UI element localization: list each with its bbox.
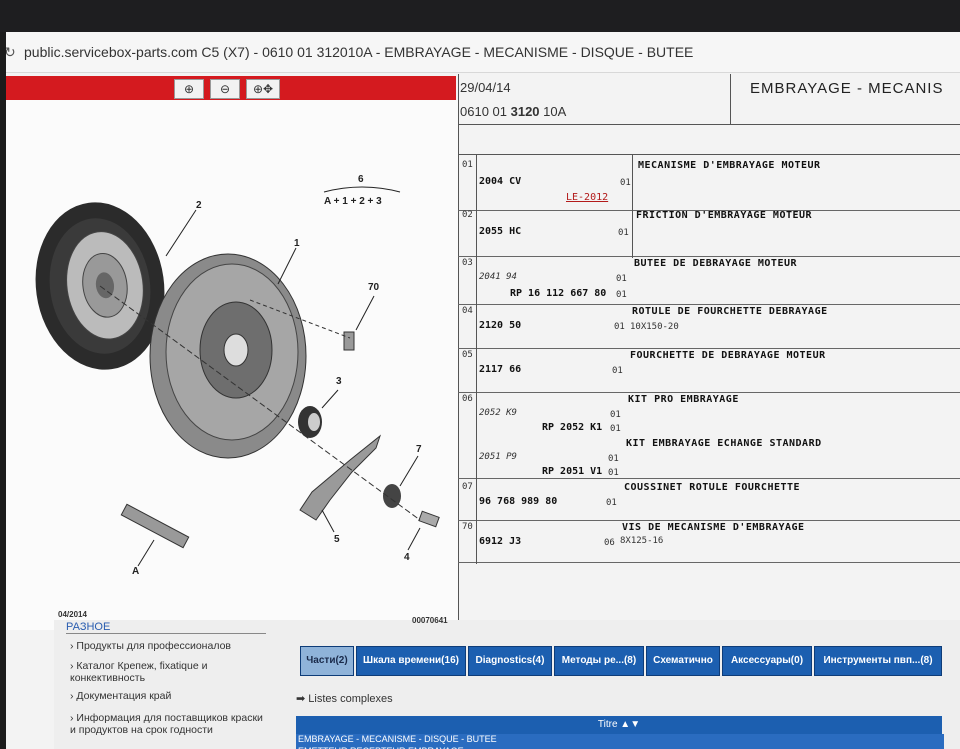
label-1: 1 — [294, 238, 300, 249]
tab-timeline[interactable]: Шкала времени(16) — [356, 646, 466, 676]
mounting-screw — [343, 331, 355, 351]
zoom-in-icon[interactable]: ⊕ — [174, 79, 204, 99]
zoom-out-icon[interactable]: ⊖ — [210, 79, 240, 99]
pan-zoom-icon[interactable]: ⊕✥ — [246, 79, 280, 99]
fork-pivot — [418, 510, 440, 528]
label-formula: A + 1 + 2 + 3 — [324, 196, 382, 207]
page-url: public.servicebox-parts.com C5 (X7) - 06… — [24, 44, 694, 60]
label-7: 7 — [416, 444, 422, 455]
sidebar-link-catalog[interactable]: › Каталог Крепеж, fixatique и конкективн… — [70, 660, 270, 684]
tab-tools[interactable]: Инструменты пвп...(8) — [814, 646, 942, 676]
table-row[interactable]: EMBRAYAGE - MECANISME - DISQUE - BUTEE — [296, 734, 944, 746]
tab-accessories[interactable]: Аксессуары(0) — [722, 646, 812, 676]
label-6: 6 — [358, 174, 364, 185]
sidebar-heading: РАЗНОЕ — [66, 621, 266, 634]
diagram-footer-date: 04/2014 — [58, 610, 87, 619]
results-table-header[interactable]: Titre ▲▼ — [296, 716, 942, 734]
label-70: 70 — [368, 282, 380, 293]
label-A: A — [132, 566, 140, 577]
screen: ↻ public.servicebox-parts.com C5 (X7) - … — [0, 32, 960, 749]
sidebar-link-suppliers[interactable]: › Информация для поставщиков краски и пр… — [70, 712, 270, 736]
release-bearing — [298, 406, 322, 438]
browser-titlebar: ↻ public.servicebox-parts.com C5 (X7) - … — [0, 32, 960, 73]
tab-diagnostics[interactable]: Diagnostics(4) — [468, 646, 552, 676]
tab-schematic[interactable]: Схематично — [646, 646, 720, 676]
alignment-tool — [120, 503, 190, 549]
listes-complexes-link[interactable]: ➡ Listes complexes — [296, 692, 393, 705]
release-fork — [299, 434, 382, 521]
label-2: 2 — [196, 200, 202, 211]
diagram-toolbar: ⊕ ⊖ ⊕✥ — [0, 76, 456, 100]
diagram-drawing — [35, 186, 440, 567]
label-4: 4 — [404, 552, 410, 563]
label-3: 3 — [336, 376, 342, 387]
tab-parts[interactable]: Части(2) — [300, 646, 354, 676]
section-title: EMBRAYAGE - MECANIS — [750, 80, 944, 97]
header-date: 29/04/14 — [460, 80, 511, 95]
monitor-bezel-left — [0, 32, 6, 749]
sidebar-link-docs[interactable]: › Документация край — [70, 690, 270, 702]
label-5: 5 — [334, 534, 340, 545]
monitor-bezel-top — [0, 0, 960, 32]
diagram-footer-code: 00070641 — [412, 616, 448, 625]
exploded-diagram[interactable]: 6 A + 1 + 2 + 3 2 1 70 3 7 5 4 A — [0, 100, 459, 630]
date-note-link[interactable]: LE-2012 — [566, 192, 608, 203]
sidebar-link-pro[interactable]: › Продукты для профессионалов — [70, 640, 270, 652]
pressure-plate — [149, 253, 307, 459]
header-reference: 0610 01 3120 10A — [460, 104, 567, 119]
tab-methods[interactable]: Методы ре...(8) — [554, 646, 644, 676]
